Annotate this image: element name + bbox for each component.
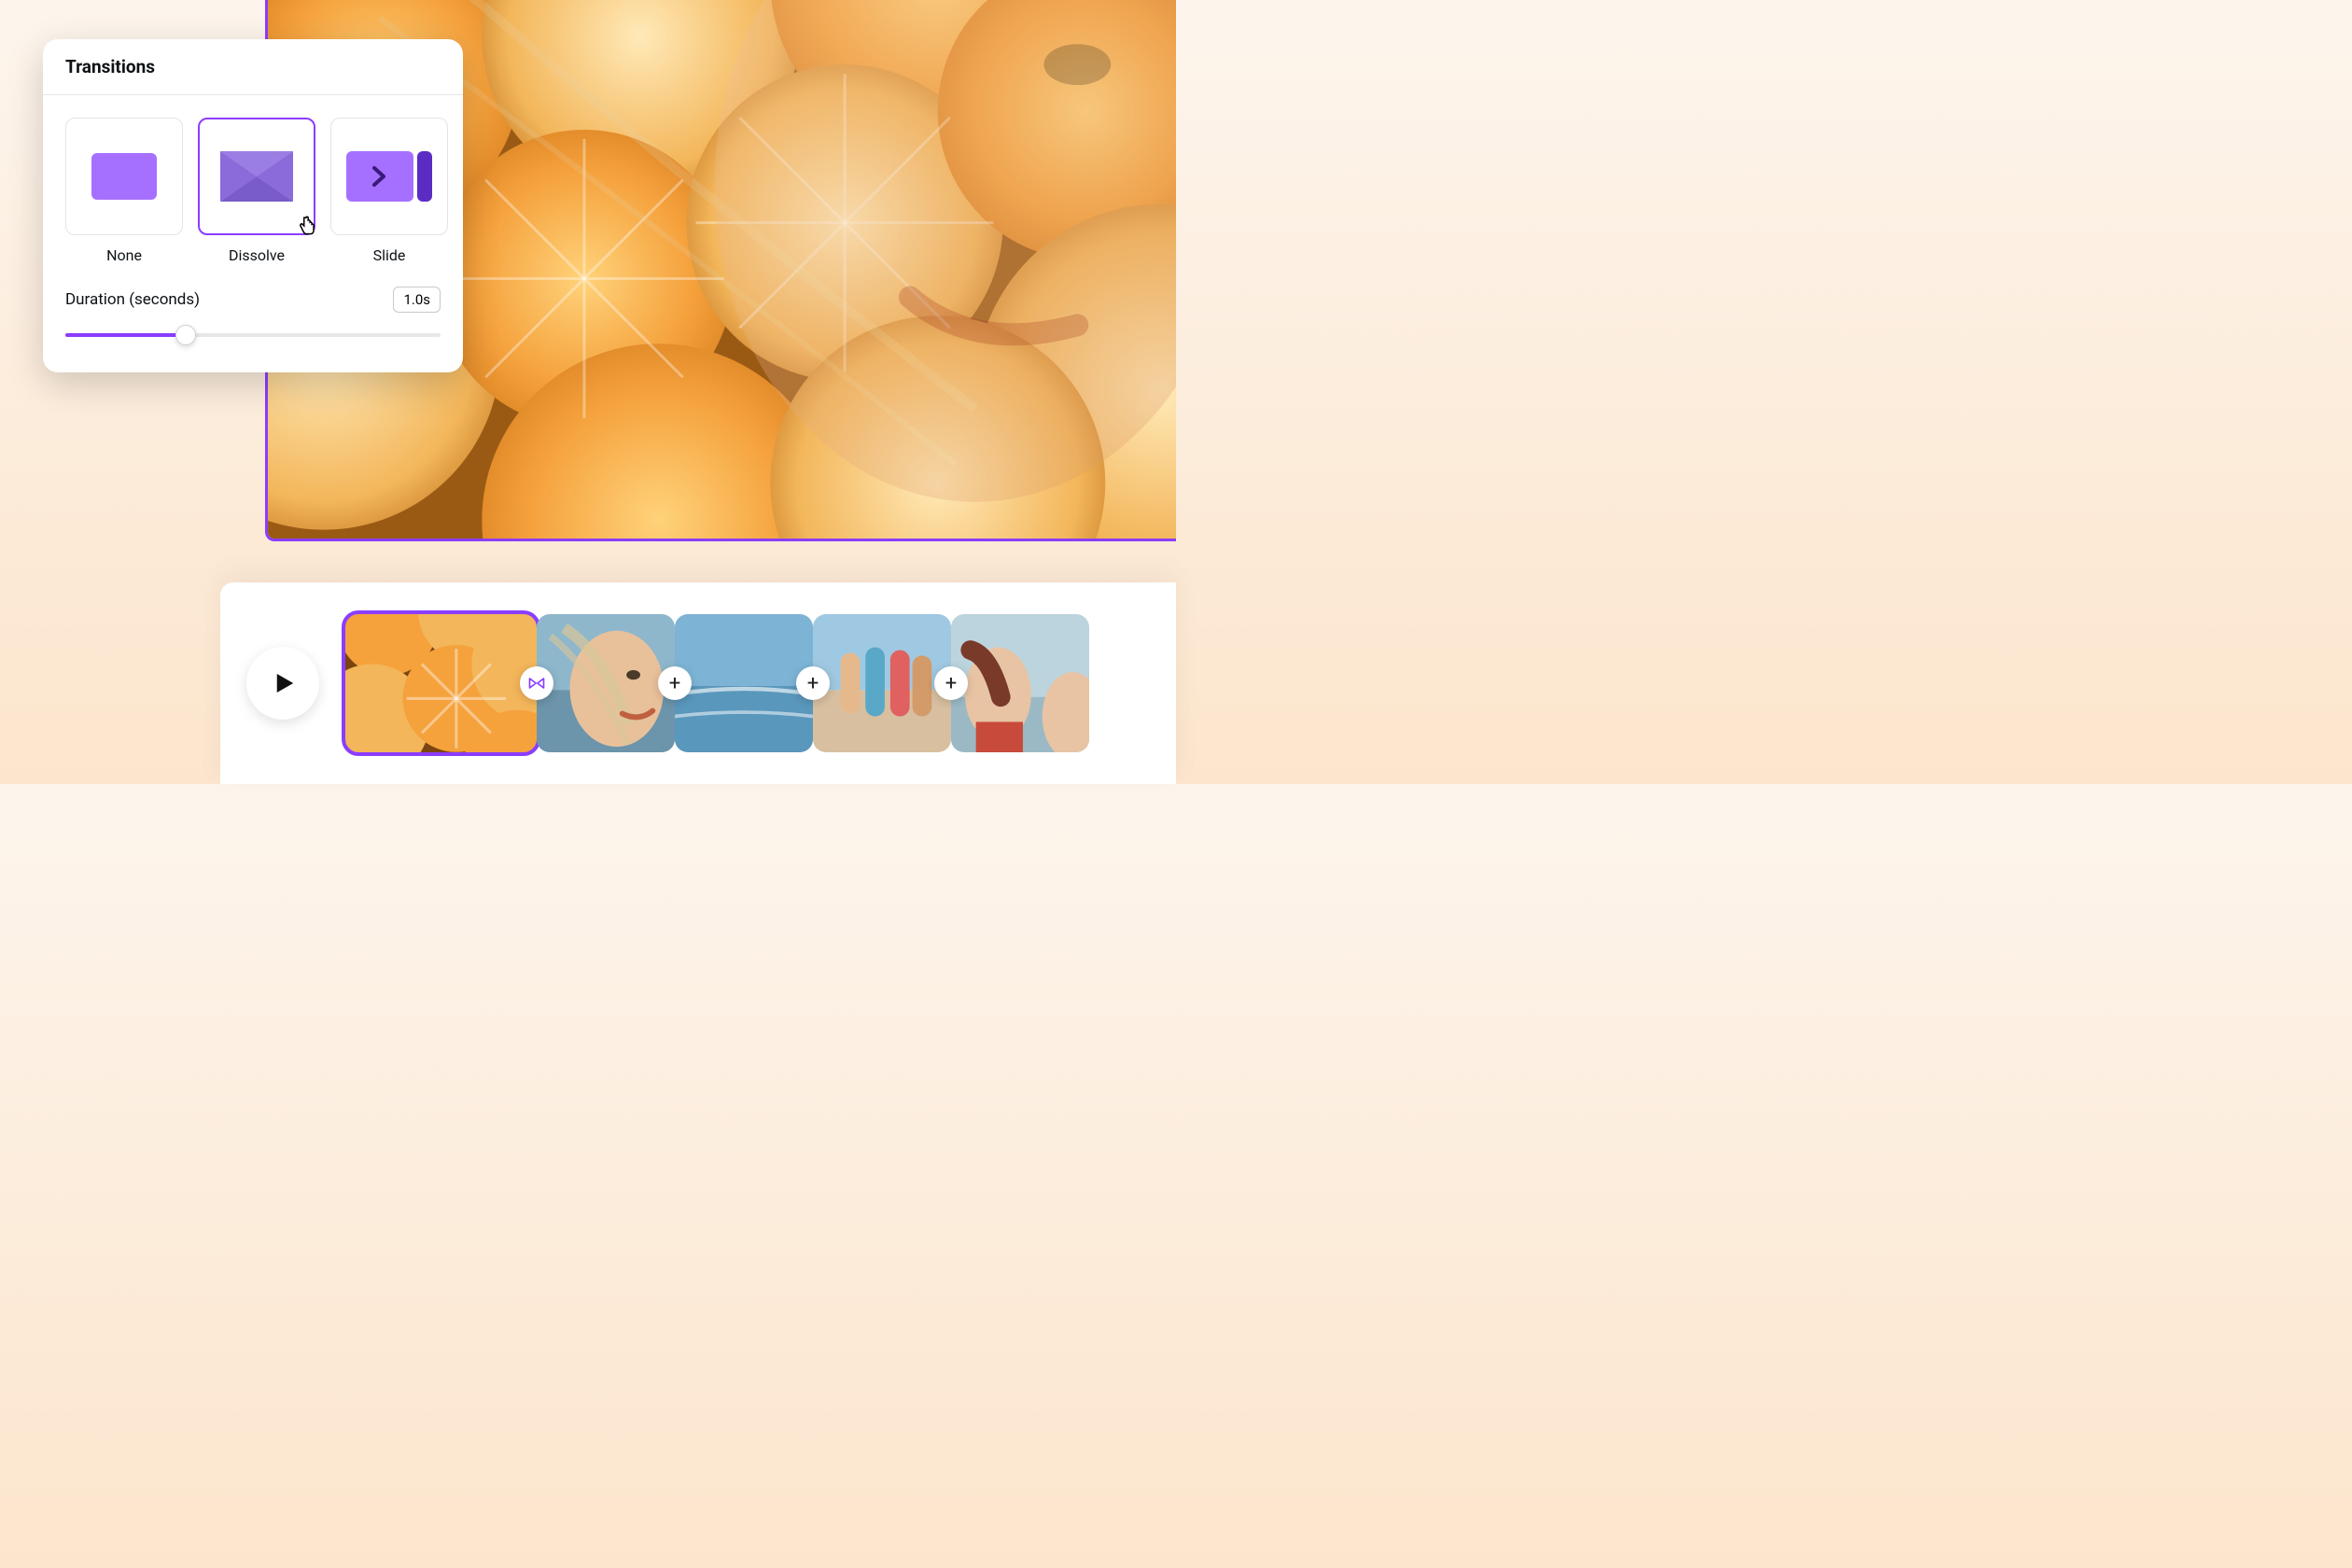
transition-option-dissolve[interactable]: Dissolve — [198, 118, 315, 264]
transition-label: Slide — [373, 246, 406, 264]
duration-value[interactable]: 1.0s — [393, 287, 441, 313]
duration-section: Duration (seconds) 1.0s — [43, 272, 463, 372]
slider-fill — [65, 333, 186, 337]
duration-slider[interactable] — [65, 326, 441, 344]
add-transition-button[interactable]: + — [796, 666, 830, 700]
add-transition-button[interactable]: + — [934, 666, 968, 700]
none-icon — [91, 153, 157, 200]
plus-icon: + — [669, 672, 680, 695]
dissolve-icon — [220, 151, 293, 202]
duration-label: Duration (seconds) — [65, 290, 200, 309]
clip-thumbnail[interactable] — [813, 614, 951, 752]
transition-label: Dissolve — [229, 246, 285, 264]
clip-thumbnail[interactable] — [345, 614, 537, 752]
slide-icon — [346, 151, 432, 202]
plus-icon: + — [945, 672, 957, 695]
play-button[interactable] — [246, 647, 319, 720]
slider-thumb[interactable] — [175, 325, 196, 345]
transition-option-slide[interactable]: Slide — [330, 118, 448, 264]
pointer-cursor-icon — [295, 215, 319, 239]
transitions-popover: Transitions None — [43, 39, 463, 372]
bowtie-icon — [527, 674, 546, 693]
transition-marker[interactable] — [520, 666, 553, 700]
clip-thumbnail[interactable] — [537, 614, 675, 752]
clip-strip: + + — [345, 614, 1089, 752]
add-transition-button[interactable]: + — [658, 666, 692, 700]
plus-icon: + — [807, 672, 819, 695]
transitions-list: None Dissolve — [43, 95, 463, 272]
transition-option-none[interactable]: None — [65, 118, 183, 264]
popover-title: Transitions — [43, 39, 463, 95]
clip-thumbnail[interactable] — [951, 614, 1089, 752]
transition-label: None — [106, 246, 142, 264]
clip-thumbnail[interactable] — [675, 614, 813, 752]
play-icon — [269, 669, 297, 697]
timeline: + + — [220, 582, 1176, 784]
